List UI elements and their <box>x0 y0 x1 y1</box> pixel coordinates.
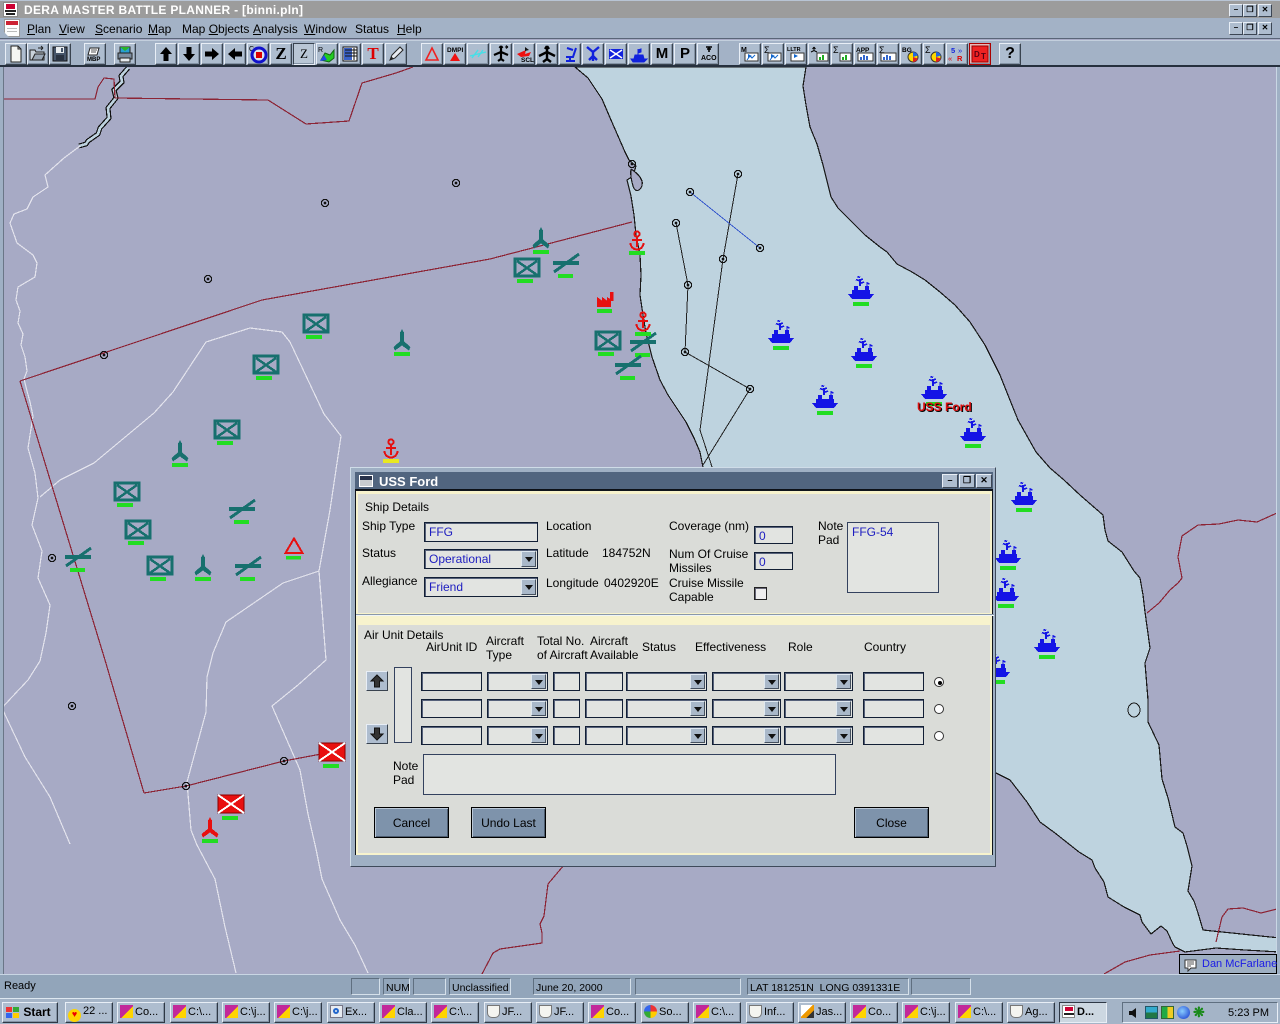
svg-text:«: « <box>948 54 952 63</box>
svg-text:R: R <box>957 54 963 63</box>
svg-text:D: D <box>974 50 980 59</box>
svg-text:ACO: ACO <box>701 55 717 62</box>
svg-text:Σ: Σ <box>925 45 931 55</box>
svg-text:MBP: MBP <box>87 57 100 63</box>
svg-text:SCL: SCL <box>521 57 534 64</box>
svg-text:Σ: Σ <box>833 45 839 55</box>
svg-text:R: R <box>318 47 323 54</box>
svg-text:T: T <box>981 52 986 61</box>
svg-text:LLTR: LLTR <box>787 47 801 53</box>
svg-text:USS Ford: USS Ford <box>917 400 972 414</box>
svg-text:DMPI: DMPI <box>447 47 463 54</box>
